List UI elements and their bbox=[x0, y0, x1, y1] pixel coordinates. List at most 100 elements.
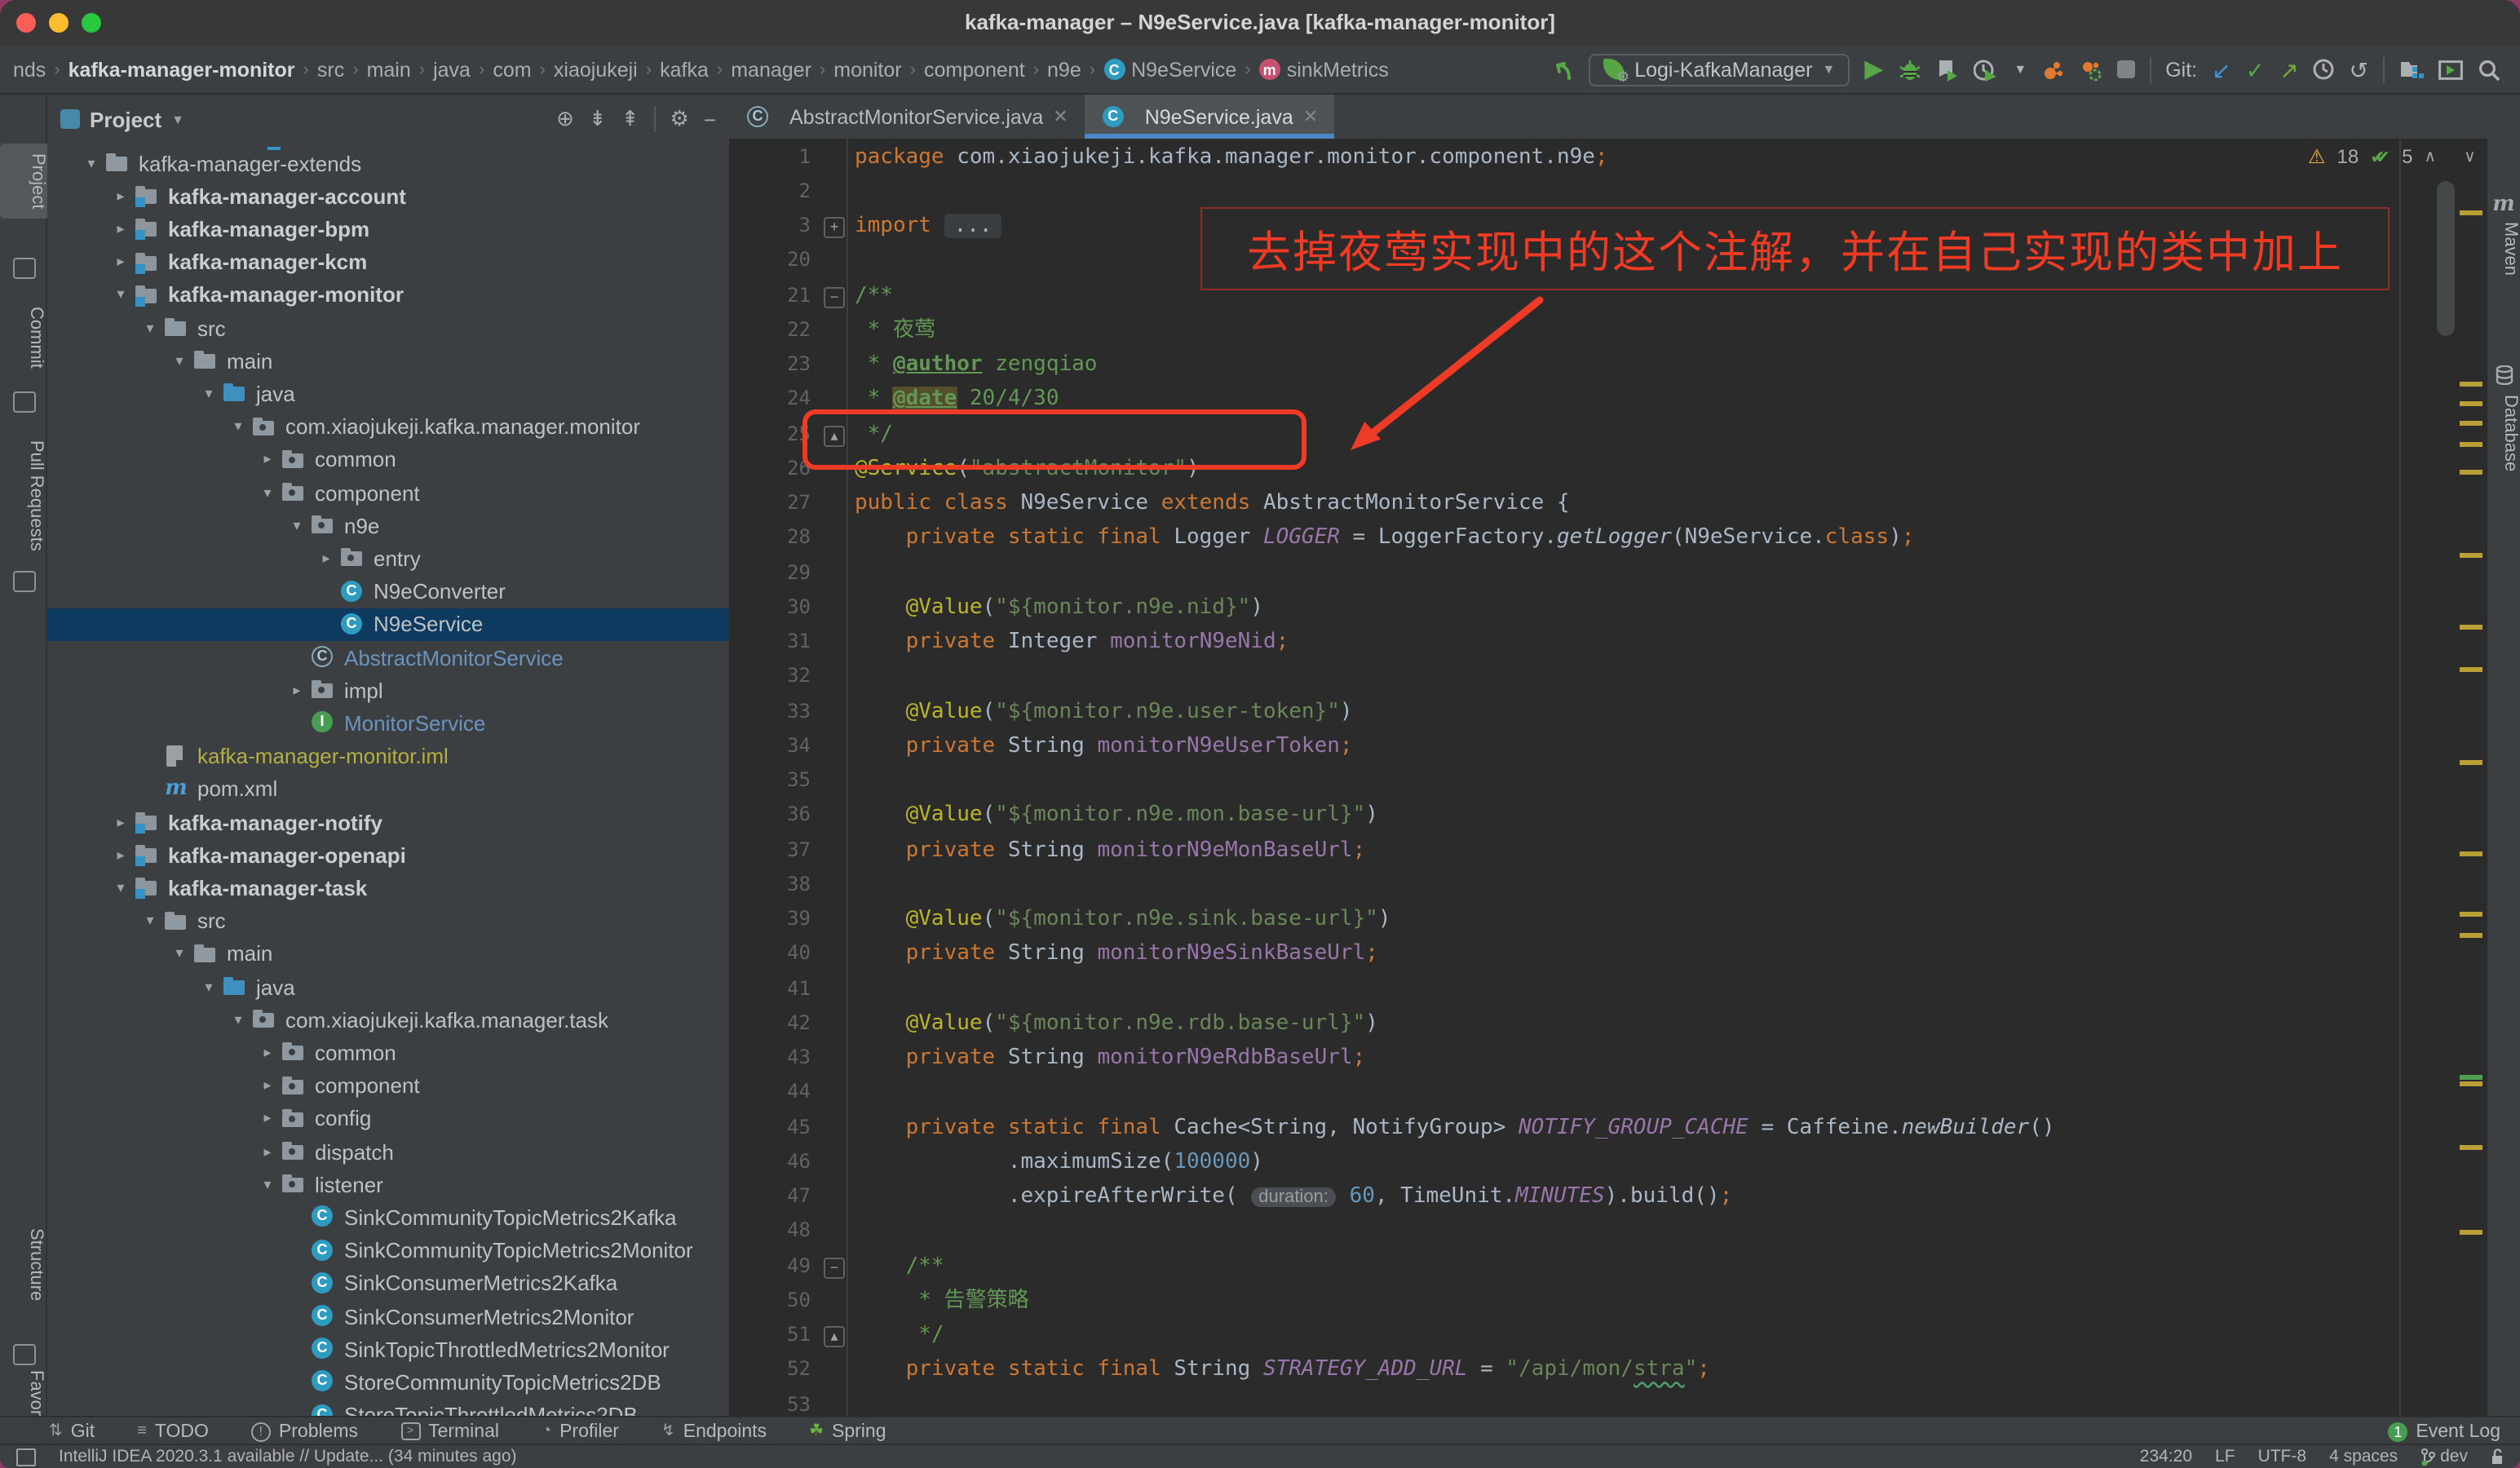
code-line-38[interactable] bbox=[855, 868, 2447, 903]
gutter-line-48[interactable]: 48 bbox=[729, 1214, 811, 1249]
tree-row-n9e[interactable]: ▾n9e bbox=[47, 509, 729, 542]
code-line-31[interactable]: private Integer monitorN9eNid; bbox=[855, 625, 2447, 660]
tree-row-listener[interactable]: ▾listener bbox=[47, 1168, 729, 1200]
debug-button[interactable] bbox=[1898, 58, 1921, 81]
code-line-27[interactable]: public class N9eService extends Abstract… bbox=[855, 486, 2447, 521]
tab-AbstractMonitorService.java[interactable]: CAbstractMonitorService.java✕ bbox=[729, 95, 1085, 139]
tree-row-dispatch[interactable]: ▸dispatch bbox=[47, 1135, 729, 1168]
gutter-line-25[interactable]: 25 bbox=[729, 417, 811, 452]
gutter-line-37[interactable]: 37 bbox=[729, 833, 811, 868]
git-update-icon[interactable]: ↙ bbox=[2212, 58, 2230, 81]
search-everywhere-icon[interactable] bbox=[2478, 58, 2500, 81]
chevron-down-icon[interactable]: ▾ bbox=[254, 1176, 281, 1194]
tree-row-AbstractMonitorService[interactable]: CAbstractMonitorService bbox=[47, 641, 729, 674]
project-panel-title[interactable]: Project bbox=[90, 107, 161, 131]
gutter-line-22[interactable]: 22 bbox=[729, 313, 811, 348]
prev-problem-icon[interactable]: ∧ bbox=[2425, 148, 2437, 166]
settings-gear-icon[interactable]: ⚙ bbox=[670, 106, 689, 132]
code-line-45[interactable]: private static final Cache<String, Notif… bbox=[855, 1110, 2447, 1145]
code-line-1[interactable]: package com.xiaojukeji.kafka.manager.mon… bbox=[855, 139, 2447, 175]
structure-icon[interactable] bbox=[13, 1344, 36, 1365]
stop-button[interactable] bbox=[2116, 60, 2134, 78]
chevron-down-icon[interactable]: ▾ bbox=[284, 517, 310, 535]
tree-row-config[interactable]: ▸config bbox=[47, 1103, 729, 1135]
caret-position[interactable]: 234:20 bbox=[2140, 1447, 2192, 1466]
code-line-41[interactable] bbox=[855, 971, 2447, 1006]
gutter-line-41[interactable]: 41 bbox=[729, 971, 811, 1006]
expand-all-icon[interactable]: ⇟ bbox=[589, 106, 607, 132]
tree-row-N9eService[interactable]: CN9eService bbox=[47, 608, 729, 641]
maven-icon[interactable]: m bbox=[2487, 192, 2520, 217]
code-line-43[interactable]: private String monitorN9eRdbBaseUrl; bbox=[855, 1041, 2447, 1076]
breadcrumb-item-main[interactable]: main bbox=[367, 58, 411, 81]
chevron-right-icon[interactable]: ▸ bbox=[108, 813, 134, 831]
breadcrumb-item-nds[interactable]: nds bbox=[13, 58, 46, 81]
locate-file-icon[interactable]: ⊕ bbox=[556, 106, 574, 132]
chevron-right-icon[interactable]: ▸ bbox=[284, 682, 310, 700]
undo-icon[interactable]: ↺ bbox=[2350, 58, 2368, 81]
code-line-48[interactable] bbox=[855, 1214, 2447, 1249]
run-anything-icon[interactable] bbox=[2438, 60, 2463, 79]
gutter-line-38[interactable]: 38 bbox=[729, 868, 811, 903]
run-button[interactable]: ▶ bbox=[1864, 58, 1883, 81]
tree-row-java[interactable]: ▾java bbox=[47, 971, 729, 1003]
code-line-49[interactable]: /** bbox=[855, 1249, 2447, 1284]
tree-row-SinkCommunityTopicMetrics2Monitor[interactable]: CSinkCommunityTopicMetrics2Monitor bbox=[47, 1234, 729, 1267]
tree-row-SinkConsumerMetrics2Monitor[interactable]: CSinkConsumerMetrics2Monitor bbox=[47, 1300, 729, 1333]
code-line-32[interactable] bbox=[855, 660, 2447, 695]
breadcrumb-item-xiaojukeji[interactable]: xiaojukeji bbox=[554, 58, 638, 81]
gutter-line-52[interactable]: 52 bbox=[729, 1353, 811, 1388]
chevron-down-icon[interactable]: ▾ bbox=[166, 945, 192, 963]
breadcrumb-item-monitor[interactable]: monitor bbox=[833, 58, 901, 81]
chevron-right-icon[interactable]: ▸ bbox=[108, 847, 134, 864]
code-area[interactable]: package com.xiaojukeji.kafka.manager.mon… bbox=[855, 139, 2447, 1417]
gutter-line-46[interactable]: 46 bbox=[729, 1145, 811, 1180]
close-tab-icon[interactable]: ✕ bbox=[1303, 106, 1318, 127]
tree-row-kafka-manager-monitor[interactable]: ▾kafka-manager-monitor bbox=[47, 279, 729, 312]
tab-N9eService.java[interactable]: CN9eService.java✕ bbox=[1085, 95, 1334, 139]
code-line-52[interactable]: private static final String STRATEGY_ADD… bbox=[855, 1353, 2447, 1388]
tree-row-com.xiaojukeji.kafka.manager.task[interactable]: ▾com.xiaojukeji.kafka.manager.task bbox=[47, 1003, 729, 1036]
inspections-widget[interactable]: ⚠ 18 ✔✔ 5 ∧ ∨ bbox=[2308, 145, 2476, 168]
breadcrumb-item-java[interactable]: java bbox=[433, 58, 471, 81]
gutter-line-45[interactable]: 45 bbox=[729, 1110, 811, 1145]
profile-button[interactable] bbox=[1973, 58, 1999, 81]
gutter-line-39[interactable]: 39 bbox=[729, 902, 811, 937]
tree-row-common[interactable]: ▸common bbox=[47, 1037, 729, 1069]
code-line-28[interactable]: private static final Logger LOGGER = Log… bbox=[855, 521, 2447, 556]
gutter-line-1[interactable]: 1 bbox=[729, 139, 811, 175]
tool-window-commit[interactable]: Commit bbox=[0, 307, 46, 369]
status-message[interactable]: IntelliJ IDEA 2020.3.1 available // Upda… bbox=[59, 1447, 517, 1466]
chevron-down-icon[interactable]: ▾ bbox=[196, 978, 222, 996]
tree-row-kafka-manager-account[interactable]: ▸kafka-manager-account bbox=[47, 179, 729, 212]
chevron-right-icon[interactable]: ▸ bbox=[254, 1044, 281, 1062]
next-problem-icon[interactable]: ∨ bbox=[2464, 148, 2476, 166]
profiler-flame-icon[interactable] bbox=[2041, 58, 2064, 81]
code-line-23[interactable]: * @author zengqiao bbox=[855, 347, 2447, 382]
tree-row-kafka-manager-openapi[interactable]: ▸kafka-manager-openapi bbox=[47, 838, 729, 871]
gutter-line-32[interactable]: 32 bbox=[729, 660, 811, 695]
tool-window-project[interactable]: Project bbox=[0, 144, 49, 219]
code-line-47[interactable]: .expireAfterWrite( duration: 60, TimeUni… bbox=[855, 1179, 2447, 1214]
bookmarks-icon[interactable] bbox=[13, 258, 36, 279]
tool-window-button-profiler[interactable]: ◔Profiler bbox=[542, 1422, 619, 1441]
code-line-2[interactable] bbox=[855, 175, 2447, 210]
code-line-37[interactable]: private String monitorN9eMonBaseUrl; bbox=[855, 833, 2447, 868]
unlock-icon[interactable] bbox=[2491, 1448, 2504, 1465]
gutter-line-31[interactable]: 31 bbox=[729, 625, 811, 660]
window-icon[interactable] bbox=[16, 1448, 36, 1466]
chevron-down-icon[interactable]: ▼ bbox=[171, 112, 184, 126]
chevron-right-icon[interactable]: ▸ bbox=[254, 1077, 281, 1094]
chevron-right-icon[interactable]: ▸ bbox=[108, 220, 134, 238]
gutter-line-27[interactable]: 27 bbox=[729, 486, 811, 521]
code-line-40[interactable]: private String monitorN9eSinkBaseUrl; bbox=[855, 937, 2447, 972]
line-ending[interactable]: LF bbox=[2215, 1447, 2235, 1466]
chevron-down-icon[interactable]: ▾ bbox=[108, 286, 134, 304]
tree-row-impl[interactable]: ▸impl bbox=[47, 674, 729, 706]
tool-window-button-todo[interactable]: ≡TODO bbox=[137, 1422, 209, 1441]
database-icon[interactable] bbox=[2496, 365, 2513, 385]
event-log-button[interactable]: 1 Event Log bbox=[2388, 1422, 2500, 1441]
gutter-line-43[interactable]: 43 bbox=[729, 1041, 811, 1076]
gutter-line-26[interactable]: 26 bbox=[729, 452, 811, 487]
chevron-down-icon[interactable]: ▾ bbox=[225, 1011, 251, 1029]
